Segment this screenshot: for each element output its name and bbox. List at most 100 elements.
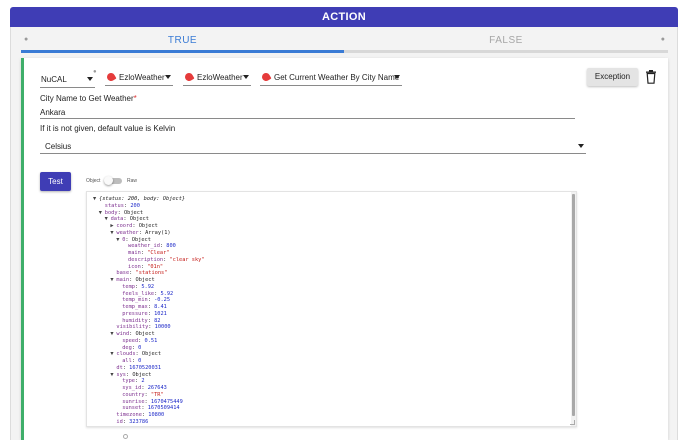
response-viewer[interactable]: ▼ {status: 200, body: Object} status: 200 ▼… [86, 191, 577, 427]
json-tree-entry: speed: 0.51 [122, 337, 158, 344]
json-tree-entry: type: 2 [122, 378, 145, 385]
json-value: -0.25 [154, 297, 171, 304]
settings-gear-icon[interactable]: ● [93, 69, 97, 75]
caret-down-icon[interactable]: ▼ [110, 331, 113, 338]
caret-right-icon[interactable]: ▶ [110, 223, 113, 230]
chevron-down-icon [165, 75, 171, 79]
json-tree-row: temp_max: 8.41 [87, 304, 567, 311]
plugin-select[interactable]: EzloWeather [105, 70, 173, 86]
caret-down-icon[interactable]: ▼ [110, 277, 113, 284]
json-key: data [110, 216, 124, 223]
json-value: "stations" [135, 270, 168, 277]
json-tree-row[interactable]: ▼ sys: Object [87, 372, 567, 379]
required-mark: * [133, 94, 137, 103]
source-select[interactable]: NuCAL [40, 72, 95, 88]
json-key: status [104, 202, 124, 209]
json-value: Object [135, 277, 155, 283]
json-value: Object [131, 236, 151, 243]
json-tree: ▼ {status: 200, body: Object} status: 200 ▼… [87, 196, 567, 426]
json-value: 200 [130, 202, 140, 209]
json-tree-entry: all: 0 [122, 358, 142, 364]
json-tree-entry: humidity: 82 [122, 317, 161, 324]
json-value: Object [123, 209, 144, 216]
trash-icon[interactable] [645, 70, 657, 84]
caret-down-icon[interactable]: ▼ [99, 210, 102, 217]
scrollbar[interactable] [571, 192, 576, 426]
json-tree-row[interactable]: ▼ wind: Object [87, 331, 567, 338]
json-key: speed [122, 337, 139, 344]
action-select[interactable]: Get Current Weather By City Name [260, 70, 402, 86]
caret-down-icon[interactable]: ▼ [93, 196, 96, 203]
json-value: "Clear" [147, 250, 170, 256]
json-value: Object [135, 331, 155, 337]
json-tree-row: sys_id: 267643 [87, 385, 567, 392]
json-key: clouds [116, 351, 136, 358]
json-tree-entry: sunrise: 1670475449 [122, 398, 183, 405]
tab-true-label: TRUE [167, 35, 198, 46]
json-key: sunset [122, 405, 142, 412]
json-value: 0 [138, 344, 142, 351]
test-button[interactable]: Test [40, 172, 71, 191]
json-tree-entry: description: "clear sky" [128, 256, 205, 263]
json-tree-entry: country: "TR" [122, 391, 164, 398]
unit-select[interactable]: Celsius [40, 138, 586, 154]
json-tree-entry: 0: Object [122, 236, 151, 243]
json-key: deg [122, 344, 132, 351]
unit-select-value: Celsius [45, 142, 72, 151]
json-value: Object [138, 223, 158, 229]
json-tree-entry: wind: Object [116, 331, 155, 337]
json-tree-row: base: "stations" [87, 270, 567, 277]
json-root-summary: {status: 200, body: Object} [99, 196, 186, 202]
tab-true-indicator [21, 50, 344, 53]
plugin-select-value: EzloWeather [119, 73, 165, 82]
json-tree-entry: id: 323786 [116, 418, 149, 425]
json-tree-entry: temp_max: 8.41 [122, 304, 167, 310]
json-key: body [104, 209, 118, 216]
json-tree-row[interactable]: ▼ 0: Object [87, 237, 567, 244]
account-select[interactable]: EzloWeather [183, 70, 251, 86]
json-tree-row: status: 200 [87, 203, 567, 210]
json-tree-row[interactable]: ▶ coord: Object [87, 223, 567, 230]
json-tree-row[interactable]: ▼ data: Object [87, 216, 567, 223]
json-value: 10800 [148, 412, 165, 418]
tab-false-dot-icon: ● [660, 36, 665, 43]
json-tree-row: temp_min: -0.25 [87, 297, 567, 304]
json-key: pressure [122, 310, 148, 317]
json-tree-entry: coord: Object [116, 223, 158, 229]
action-select-value: Get Current Weather By City Name [274, 73, 400, 82]
json-tree-entry: sunset: 1670509414 [122, 405, 180, 412]
json-tree-row: main: "Clear" [87, 250, 567, 257]
json-tree-row[interactable]: ▼ weather: Array(1) [87, 230, 567, 237]
json-value: Object [141, 351, 162, 358]
json-tree-row: deg: 0 [87, 345, 567, 352]
chevron-down-icon [243, 75, 249, 79]
json-tree-row[interactable]: ▼ clouds: Object [87, 351, 567, 358]
json-value: 1021 [154, 310, 167, 317]
object-raw-toggle[interactable] [104, 176, 122, 185]
json-tree-row[interactable]: ▼ main: Object [87, 277, 567, 284]
resize-handle-icon[interactable] [570, 420, 575, 425]
json-tree-row[interactable]: ▼ body: Object [87, 210, 567, 217]
scrollbar-thumb[interactable] [572, 194, 575, 416]
json-key: icon [128, 263, 141, 270]
chevron-down-icon [87, 77, 93, 81]
bottom-radio-icon[interactable] [123, 434, 128, 439]
json-key: weather [116, 229, 139, 236]
caret-down-icon[interactable]: ▼ [110, 351, 113, 358]
json-tree-row: country: "TR" [87, 392, 567, 399]
city-input[interactable]: Ankara [40, 107, 575, 119]
json-value: 82 [154, 317, 161, 324]
json-tree-row: icon: "01n" [87, 264, 567, 271]
toggle-knob[interactable] [104, 176, 113, 185]
caret-down-icon[interactable]: ▼ [110, 372, 113, 379]
json-tree-row: all: 0 [87, 358, 567, 365]
json-tree-row[interactable]: ▼ {status: 200, body: Object} [87, 196, 567, 203]
json-value: 323786 [129, 418, 149, 425]
json-key: all [122, 358, 132, 364]
json-key: sys_id [122, 385, 142, 391]
json-value: 2 [141, 378, 145, 385]
caret-down-icon[interactable]: ▼ [116, 237, 119, 244]
caret-down-icon[interactable]: ▼ [110, 230, 113, 237]
caret-down-icon[interactable]: ▼ [105, 216, 108, 223]
exception-button[interactable]: Exception [587, 68, 638, 86]
